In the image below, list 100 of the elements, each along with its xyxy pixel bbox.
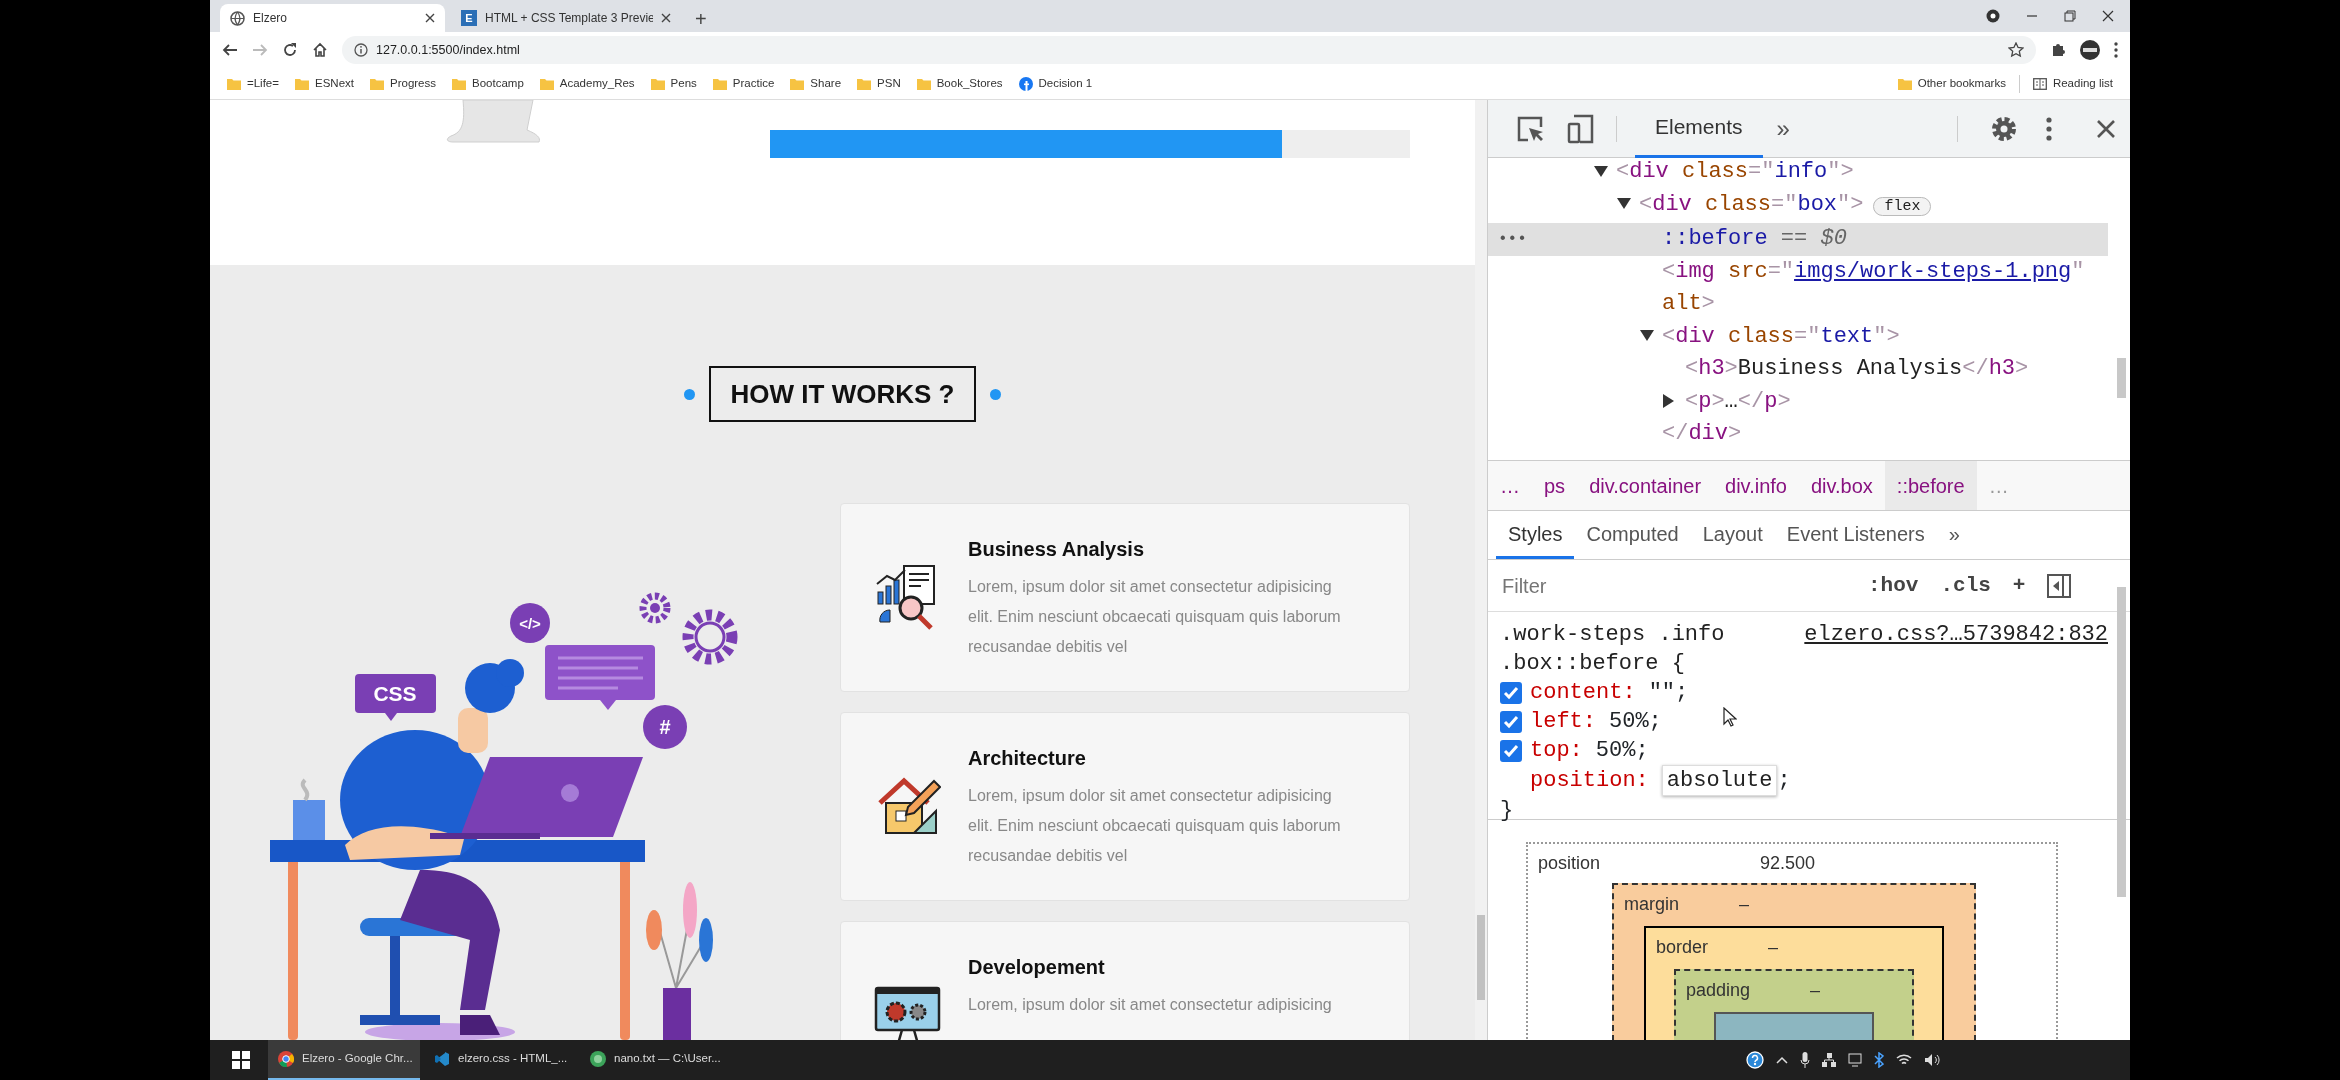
site-favicon: E [461,10,477,26]
chevron-up-icon[interactable] [1776,1056,1788,1064]
bookmark-item[interactable]: Share [783,72,849,95]
wifi-icon[interactable] [1896,1054,1912,1066]
folder-icon [227,77,241,90]
styles-tab[interactable]: Styles [1496,511,1575,559]
flex-badge[interactable]: flex [1873,196,1932,216]
breadcrumb-item[interactable]: ps [1532,460,1578,511]
windows-start-icon[interactable] [232,1051,250,1069]
record-icon[interactable] [1986,9,2000,23]
taskbar-app[interactable]: elzero.css - HTML_... [424,1040,576,1080]
home-icon[interactable] [312,42,328,58]
folder-icon [790,77,805,90]
bookmark-item[interactable]: Pens [643,72,704,95]
value-edit-field[interactable]: absolute [1661,765,1778,796]
breadcrumb-item[interactable]: div.container [1577,460,1714,511]
reading-list-icon [2032,77,2047,90]
bookmark-item[interactable]: Academy_Res [532,72,642,95]
filter-toolbar-button[interactable]: .cls [1940,569,1991,602]
back-arrow-icon[interactable] [222,42,238,58]
node-actions-button[interactable]: ••• [1498,223,1527,256]
bookmark-item[interactable]: Reading list [2025,72,2120,95]
dom-tree-node[interactable]: </div> [1488,418,2108,451]
bookmark-item[interactable]: Decision 1 [1011,72,1100,95]
settings-icon[interactable] [1990,114,2018,143]
folder-icon [370,77,384,90]
close-icon[interactable] [2102,10,2114,22]
dom-tree-node[interactable]: <div class="info"> [1488,158,2108,189]
checkbox[interactable] [1500,710,1522,733]
puzzle-icon[interactable] [2050,42,2066,58]
styles-tab[interactable]: Computed [1574,511,1691,559]
css-property: content: [1530,679,1636,707]
sidebar-toggle-icon[interactable] [2047,573,2072,598]
url-field[interactable]: 127.0.0.1:5500/index.html [376,40,2000,60]
bookmark-star-icon[interactable] [2008,42,2024,58]
bookmark-item[interactable]: Practice [705,72,782,95]
breadcrumb-item[interactable]: div.box [1798,460,1885,511]
restore-icon[interactable] [2064,10,2076,22]
panel-tab[interactable]: Elements [1635,100,1763,158]
code-editor-icon [434,1051,450,1067]
bookmark-item[interactable]: PSN [850,72,908,95]
close-icon[interactable] [661,13,671,23]
browser-tab[interactable]: Elzero [220,4,445,32]
more-button[interactable]: … [1488,460,1532,511]
address-bar[interactable]: 127.0.0.1:5500/index.html [342,36,2036,64]
close-icon[interactable] [2096,118,2116,139]
expanded-arrow-icon[interactable] [1640,330,1654,342]
css-value: 50%; [1609,708,1662,736]
speaker-icon[interactable] [1924,1053,1940,1067]
help-icon[interactable] [1746,1051,1764,1069]
avatar-icon[interactable] [2080,40,2100,60]
collapsed-arrow-icon[interactable] [1663,393,1674,408]
taskbar-app[interactable]: Elzero - Google Chr... [268,1040,420,1080]
monitor-icon[interactable] [1848,1053,1862,1067]
menu-icon[interactable] [2114,42,2118,58]
step-title: Developement [968,955,1106,980]
source-link[interactable]: elzero.css?…5739842:832 [1804,620,2108,678]
more-tabs-button[interactable]: » [1762,110,1804,147]
css-value: ""; [1648,679,1689,707]
bookmark-item[interactable]: ESNext [288,72,361,95]
network-icon[interactable] [1822,1053,1836,1067]
new-tab-button[interactable]: + [687,9,715,29]
more-tabs-button[interactable]: » [1936,511,1972,559]
taskbar-app[interactable]: nano.txt — C:\User... [580,1040,732,1080]
bookmark-item[interactable]: =Life= [220,72,286,95]
styles-tab[interactable]: Layout [1690,511,1775,559]
bookmark-item[interactable]: Bootcamp [445,72,531,95]
box-model-value: – [1739,893,1750,916]
dom-tree-node[interactable]: <h3>Business Analysis</h3> [1488,353,2108,386]
device-toggle-icon[interactable] [1566,113,1594,144]
styles-tab[interactable]: Event Listeners [1774,511,1937,559]
microphone-icon[interactable] [1800,1052,1810,1068]
bookmark-item[interactable]: Other bookmarks [1890,72,2013,95]
reload-icon[interactable] [282,42,298,58]
checkbox[interactable] [1500,681,1522,704]
scrollbar-thumb[interactable] [1477,915,1485,1000]
close-icon[interactable] [425,13,435,23]
inspect-icon[interactable] [1516,114,1544,143]
filter-toolbar-button[interactable]: :hov [1868,569,1919,602]
expanded-arrow-icon[interactable] [1594,165,1608,177]
bookmark-item[interactable]: Book_Stores [909,72,1010,95]
expanded-arrow-icon[interactable] [1617,198,1631,210]
breadcrumb-item[interactable]: ::before [1884,460,1977,511]
breadcrumb-item[interactable]: div.info [1713,460,1799,511]
dom-tree-node[interactable]: <p>…</p> [1488,385,2108,418]
filter-toolbar-button[interactable]: + [2012,569,2026,602]
folder-icon [295,77,309,90]
dom-tree-node[interactable]: <img src="imgs/work-steps-1.png" alt> [1488,255,2108,321]
bookmark-item[interactable]: Progress [363,72,443,95]
scrollbar[interactable] [1475,100,1487,1040]
bluetooth-icon[interactable] [1874,1052,1884,1068]
dom-tree-node[interactable]: <div class="text"> [1488,320,2108,353]
dom-tree-node[interactable]: ••• ::before == $0 [1488,223,2108,256]
dom-tree-node[interactable]: <div class="box"> flex [1488,188,2108,223]
scrollbar-thumb[interactable] [2117,587,2126,897]
menu-icon[interactable] [2046,116,2052,141]
scrollbar-thumb[interactable] [2117,358,2126,398]
css-property: position: [1530,767,1649,795]
step-description: Lorem, ipsum dolor sit amet consectetur adipisicing elit. Enim nesciunt obcaecati quisquam quis laborum recusandae debitis vel [968,577,1342,657]
checkbox[interactable] [1500,739,1522,762]
